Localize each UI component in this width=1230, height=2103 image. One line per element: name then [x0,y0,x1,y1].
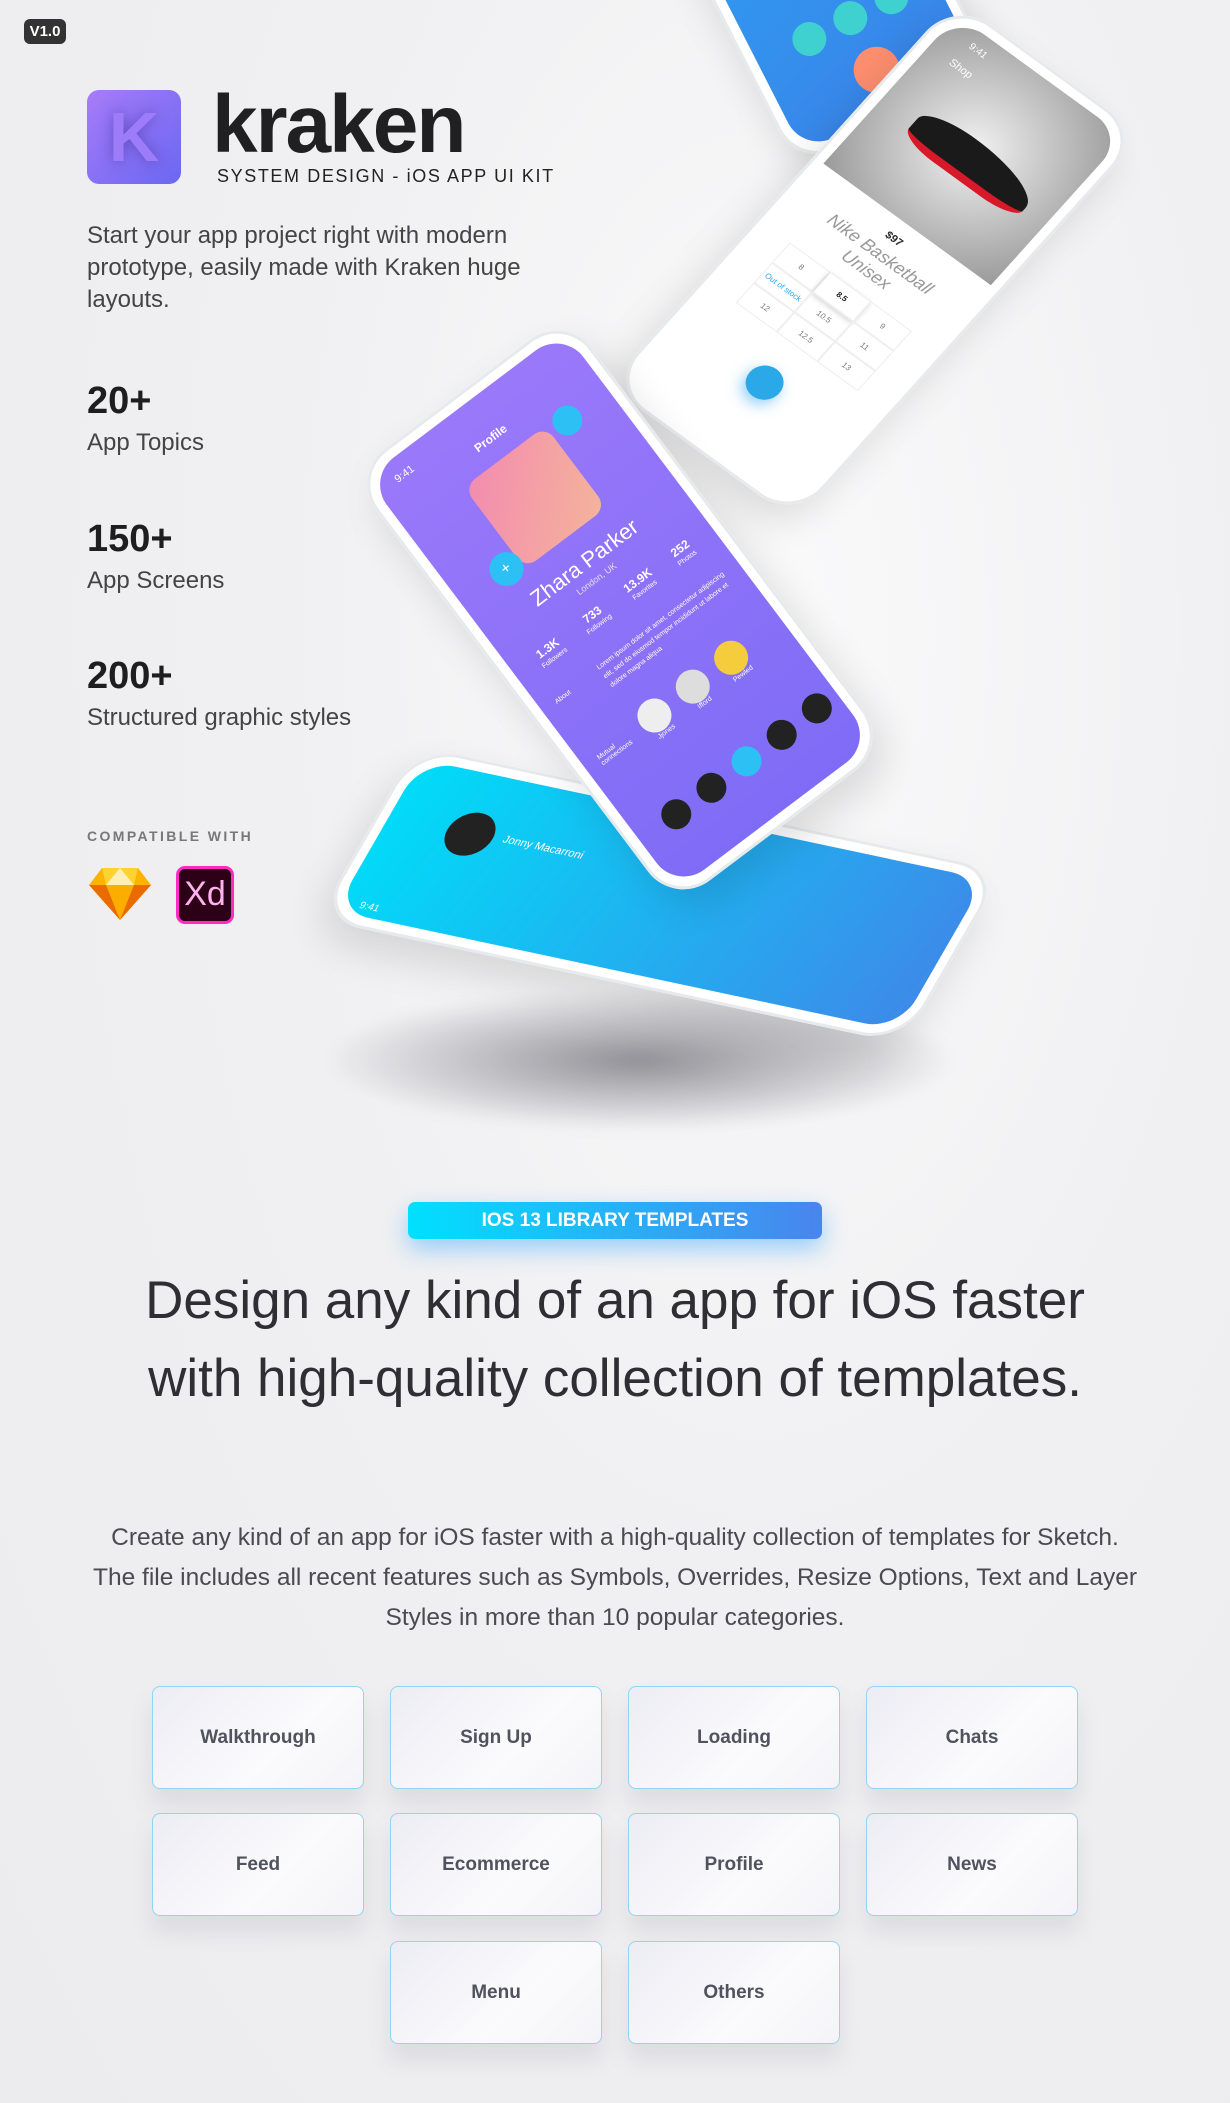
shoe-image [900,105,1044,221]
kraken-logo-icon: K [87,90,181,184]
category-feed[interactable]: Feed [152,1813,364,1916]
connection: Pewled [707,633,759,687]
section-paragraph: Create any kind of an app for iOS faster… [92,1524,1137,1631]
cart-icon [737,358,792,407]
stat-followers: 1.3K Followers [533,635,570,671]
category-loading[interactable]: Loading [628,1686,840,1789]
status-time: 9:41 [356,900,382,915]
stat-topics: 20+ App Topics [87,380,204,457]
stat-label: App Topics [87,429,204,456]
stat-label: Structured graphic styles [87,704,352,731]
logo-letter: K [108,98,160,176]
stat-value: 200+ [87,655,173,697]
category-profile[interactable]: Profile [628,1813,840,1916]
user-avatar [435,808,505,860]
compatible-label: COMPATIBLE WITH [87,828,254,844]
stat-following: 733 Following [579,603,614,637]
user-name: Jonny Macarroni [500,833,587,862]
category-chats[interactable]: Chats [866,1686,1078,1789]
stat-favorites: 13.9K Favorites [620,565,659,602]
connection: Ifford [668,662,721,716]
category-news[interactable]: News [866,1813,1078,1916]
section-headline: Design any kind of an app for iOS faster… [145,1271,1085,1408]
stat-value: 150+ [87,518,173,560]
stat-label: App Screens [87,567,225,594]
category-sign-up[interactable]: Sign Up [390,1686,602,1789]
tagline: SYSTEM DESIGN - iOS APP UI KIT [217,166,555,186]
smile-icon [795,687,838,730]
stat-styles: 200+ Structured graphic styles [87,655,351,732]
sketch-icon [89,868,151,920]
category-others[interactable]: Others [628,1941,840,2044]
back-shop-link: Shop [946,56,976,82]
brand-name: kraken [212,79,466,170]
category-menu[interactable]: Menu [390,1941,602,2044]
message-icon [786,16,833,62]
about-label: About [553,688,573,706]
user-icon [725,740,768,783]
status-time: 9:41 [966,41,990,62]
xd-text: Xd [184,875,226,913]
stats-icon [690,766,733,809]
category-ecommerce[interactable]: Ecommerce [390,1813,602,1916]
intro-text: Start your app project right with modern… [87,222,521,313]
version-badge: V1.0 [24,19,66,44]
xd-icon: Xd [176,866,234,924]
section-badge: IOS 13 LIBRARY TEMPLATES [408,1202,822,1239]
close-icon [868,0,915,21]
chat-icon [760,713,803,756]
status-time: 9:41 [392,463,417,486]
stat-screens: 150+ App Screens [87,518,224,595]
video-icon [827,0,874,41]
list-icon [655,793,698,836]
stat-value: 20+ [87,380,152,422]
category-walkthrough[interactable]: Walkthrough [152,1686,364,1789]
mutual-label: Mutual connections [595,738,635,768]
stat-photos: 252 Photos [667,536,699,568]
